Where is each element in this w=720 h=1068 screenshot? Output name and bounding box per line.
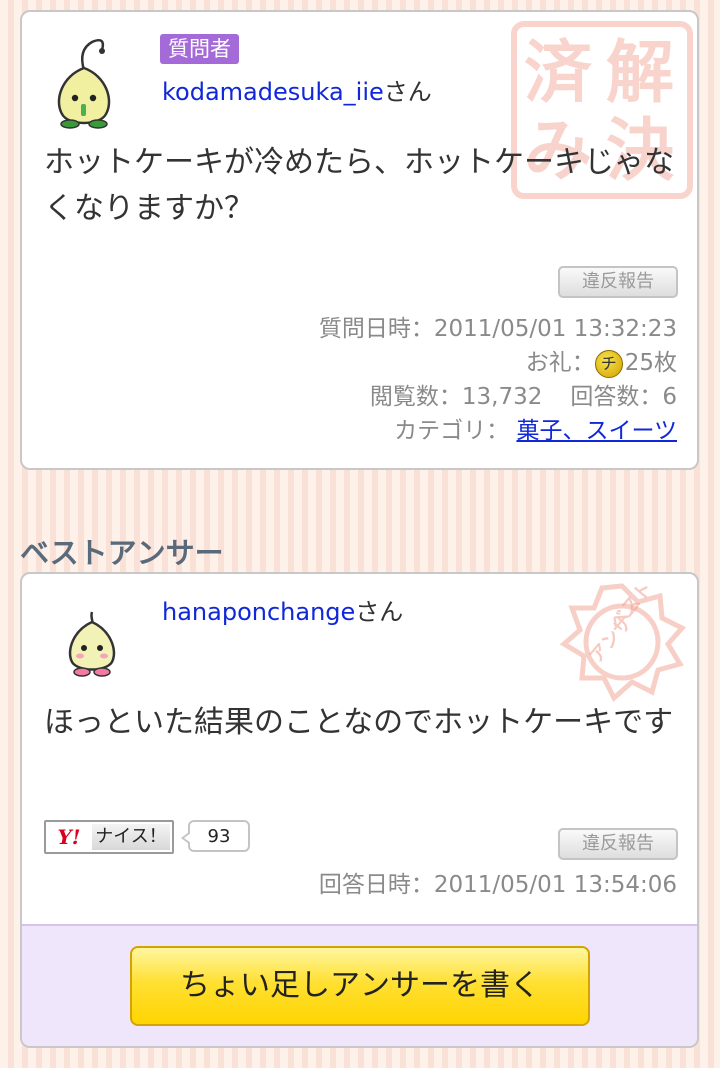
answered-label: 回答日時： (318, 872, 434, 898)
answered-value: 2011/05/01 13:54:06 (433, 872, 677, 898)
best-answer-card: ベスト アンサー hanaponchangeさん ほっといた結果のことなのでホッ… (20, 572, 699, 1048)
question-stats-row: 閲覧数：13,732 回答数：6 (319, 380, 677, 414)
category-label: カテゴリ： (394, 418, 510, 444)
svg-text:解: 解 (606, 33, 674, 113)
questioner-honorific: さん (383, 78, 432, 106)
nice-button[interactable]: Y! ナイス！ (44, 820, 174, 854)
posted-label: 質問日時： (318, 316, 434, 342)
answers-label: 回答数： (570, 384, 663, 410)
nice-count-bubble: 93 (181, 820, 250, 852)
reward-value: 25枚 (624, 350, 677, 376)
cta-area: ちょい足しアンサーを書く (22, 924, 697, 1046)
svg-text:済: 済 (524, 33, 593, 113)
question-posted-row: 質問日時：2011/05/01 13:32:23 (319, 312, 677, 346)
answerer-name-line: hanaponchangeさん (162, 592, 403, 627)
answerer-avatar (68, 611, 116, 677)
answerer-honorific: さん (355, 598, 404, 626)
yahoo-logo-icon: Y! (57, 825, 81, 849)
reward-label: お礼： (525, 350, 595, 376)
best-answer-stamp-icon: ベスト アンサー (559, 580, 687, 703)
question-category-row: カテゴリ： 菓子、スイーツ (319, 414, 677, 448)
chiebukuro-coin-icon: チ (594, 349, 623, 378)
questioner-name-line: kodamadesuka_iieさん (162, 72, 432, 107)
questioner-username-link[interactable]: kodamadesuka_iie (162, 78, 384, 106)
question-text: ホットケーキが冷めたら、ホットケーキじゃなくなりますか？ (44, 145, 674, 226)
nice-label: ナイス！ (92, 824, 170, 850)
answer-meta: 回答日時：2011/05/01 13:54:06 (319, 868, 677, 902)
question-report-button[interactable]: 違反報告 (558, 266, 678, 298)
views-label: 閲覧数： (369, 384, 462, 410)
question-meta: 質問日時：2011/05/01 13:32:23 お礼：チ 25枚 閲覧数：13,… (319, 312, 677, 448)
write-additional-answer-button[interactable]: ちょい足しアンサーを書く (130, 946, 590, 1026)
answers-value: 6 (662, 384, 677, 410)
question-card: 解 決 済 み 質問者 kodamadesuka_iieさん ホットケーキが冷め… (20, 10, 699, 470)
views-value: 13,732 (461, 384, 543, 410)
answer-text: ほっといた結果のことなのでホットケーキです (44, 705, 674, 740)
category-link[interactable]: 菓子、スイーツ (516, 418, 677, 444)
answer-report-button[interactable]: 違反報告 (558, 828, 678, 860)
questioner-avatar (57, 39, 111, 129)
answerer-username-link[interactable]: hanaponchange (162, 598, 355, 626)
best-answer-heading: ベストアンサー (20, 536, 224, 570)
question-reward-row: お礼：チ 25枚 (319, 346, 677, 380)
posted-value: 2011/05/01 13:32:23 (433, 316, 677, 342)
questioner-badge: 質問者 (160, 34, 239, 64)
answer-posted-row: 回答日時：2011/05/01 13:54:06 (319, 868, 677, 902)
